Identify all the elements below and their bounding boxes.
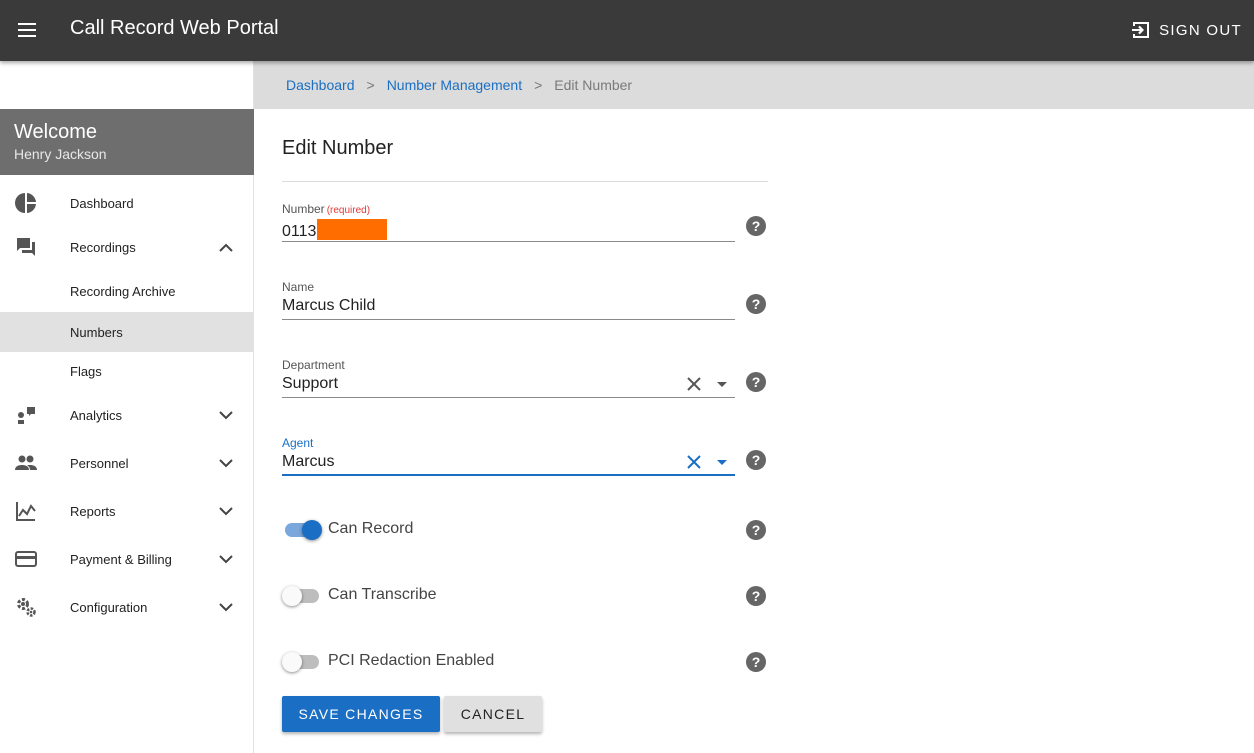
number-value-text: 0113 — [282, 223, 317, 240]
sidebar-item-label: Analytics — [70, 407, 123, 423]
sidebar-item-configuration[interactable]: Configuration — [0, 587, 253, 627]
name-field[interactable]: Name Marcus Child — [282, 280, 735, 320]
sidebar-item-label: Configuration — [70, 599, 148, 615]
pci-redaction-toggle[interactable] — [282, 650, 322, 674]
sidebar-item-analytics[interactable]: Analytics — [0, 395, 253, 435]
caret-down-icon — [717, 381, 727, 387]
close-icon — [687, 455, 701, 469]
close-icon — [687, 377, 701, 391]
sidebar-item-recording-archive[interactable]: Recording Archive — [0, 271, 253, 311]
sidebar-item-personnel[interactable]: Personnel — [0, 443, 253, 483]
welcome-panel: Welcome Henry Jackson — [0, 109, 254, 175]
people-icon — [15, 452, 37, 474]
sidebar-item-label: Payment & Billing — [70, 551, 172, 567]
page-title: Edit Number — [282, 137, 394, 159]
chevron-down-icon[interactable] — [216, 453, 236, 473]
name-value: Marcus Child — [282, 297, 376, 314]
department-label: Department — [282, 358, 345, 372]
sidebar-item-reports[interactable]: Reports — [0, 491, 253, 531]
breadcrumb-dashboard-link[interactable]: Dashboard — [286, 77, 355, 93]
breadcrumb-number-management-link[interactable]: Number Management — [387, 77, 522, 93]
help-icon-can-record[interactable]: ? — [746, 520, 766, 540]
number-value: 0113 — [282, 219, 388, 241]
agent-label: Agent — [282, 436, 314, 450]
pci-redaction-label: PCI Redaction Enabled — [328, 652, 495, 669]
department-select[interactable]: Department Support — [282, 358, 735, 398]
chat-icon — [15, 236, 37, 258]
welcome-title: Welcome — [14, 121, 97, 143]
sidebar-item-label: Numbers — [70, 324, 123, 340]
number-field[interactable]: Number (required) 0113 — [282, 202, 735, 242]
agent-select[interactable]: Agent Marcus — [282, 436, 735, 476]
user-name: Henry Jackson — [14, 146, 107, 162]
toggle-thumb — [302, 520, 322, 540]
sidebar-item-dashboard[interactable]: Dashboard — [0, 183, 253, 223]
menu-button[interactable] — [12, 15, 42, 45]
sidebar-item-label: Flags — [70, 363, 102, 379]
number-label-text: Number — [282, 202, 325, 216]
help-icon-department[interactable]: ? — [746, 372, 766, 392]
app-bar: Call Record Web Portal SIGN OUT — [0, 0, 1254, 61]
breadcrumb: Dashboard > Number Management > Edit Num… — [254, 61, 1254, 109]
clear-agent-button[interactable] — [682, 450, 706, 474]
sidebar-item-label: Dashboard — [70, 195, 134, 211]
sidebar-item-payment-billing[interactable]: Payment & Billing — [0, 539, 253, 579]
help-icon-can-transcribe[interactable]: ? — [746, 586, 766, 606]
can-record-label: Can Record — [328, 520, 414, 537]
can-transcribe-toggle[interactable] — [282, 584, 322, 608]
sidebar: Welcome Henry Jackson Dashboard Recordin… — [0, 61, 254, 753]
chevron-down-icon[interactable] — [216, 597, 236, 617]
department-value: Support — [282, 375, 339, 392]
can-record-toggle[interactable] — [282, 518, 322, 542]
breadcrumb-separator: > — [534, 77, 543, 93]
help-icon-number[interactable]: ? — [746, 216, 766, 236]
department-dropdown-toggle[interactable] — [712, 376, 732, 392]
credit-card-icon — [15, 548, 37, 570]
cancel-button[interactable]: CANCEL — [444, 696, 542, 732]
gears-icon — [15, 596, 37, 618]
toggle-thumb — [282, 652, 302, 672]
exit-icon — [1131, 22, 1150, 38]
sidebar-item-label: Recordings — [70, 239, 136, 255]
app-title: Call Record Web Portal — [70, 17, 279, 39]
required-marker: (required) — [326, 205, 371, 216]
chevron-down-icon[interactable] — [216, 501, 236, 521]
number-label: Number (required) — [282, 202, 370, 216]
sidebar-item-label: Personnel — [70, 455, 129, 471]
chevron-down-icon[interactable] — [216, 405, 236, 425]
agent-dropdown-toggle[interactable] — [712, 454, 732, 470]
help-icon-agent[interactable]: ? — [746, 450, 766, 470]
sidebar-item-flags[interactable]: Flags — [0, 351, 253, 391]
chevron-down-icon[interactable] — [216, 549, 236, 569]
redaction-block — [317, 219, 388, 240]
breadcrumb-separator: > — [366, 77, 375, 93]
name-label: Name — [282, 280, 315, 294]
sidebar-item-label: Reports — [70, 503, 116, 519]
clear-department-button[interactable] — [682, 372, 706, 396]
can-transcribe-label: Can Transcribe — [328, 586, 437, 603]
menu-icon — [18, 23, 36, 37]
caret-down-icon — [717, 459, 727, 465]
sidebar-item-label: Recording Archive — [70, 283, 176, 299]
breadcrumb-current: Edit Number — [554, 77, 633, 93]
save-changes-button[interactable]: SAVE CHANGES — [282, 696, 440, 732]
sign-out-button[interactable]: SIGN OUT — [1131, 15, 1242, 45]
title-divider — [282, 181, 768, 182]
sign-out-label: SIGN OUT — [1159, 21, 1242, 39]
help-icon-name[interactable]: ? — [746, 294, 766, 314]
chevron-up-icon[interactable] — [216, 237, 236, 257]
analytics-icon — [15, 404, 37, 426]
toggle-thumb — [282, 586, 302, 606]
help-icon-pci-redaction[interactable]: ? — [746, 652, 766, 672]
pie-chart-icon — [15, 192, 37, 214]
sidebar-item-numbers[interactable]: Numbers — [0, 312, 253, 352]
agent-value: Marcus — [282, 453, 335, 470]
sidebar-item-recordings[interactable]: Recordings — [0, 227, 253, 267]
reports-icon — [15, 500, 37, 522]
